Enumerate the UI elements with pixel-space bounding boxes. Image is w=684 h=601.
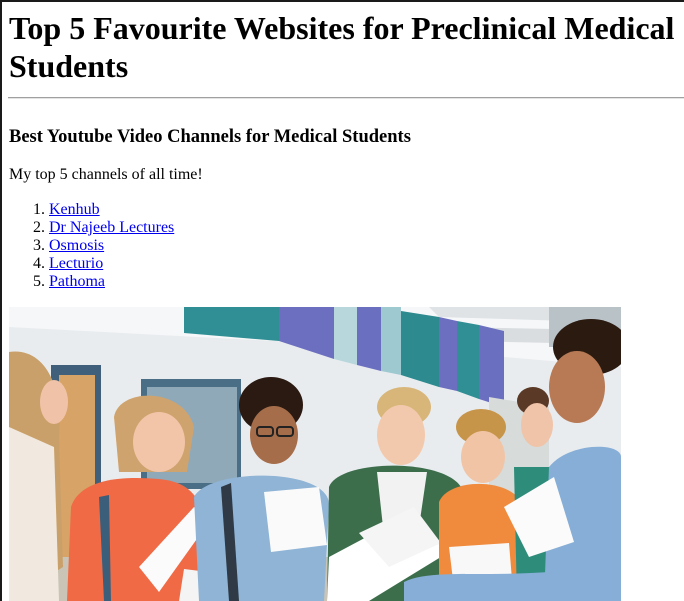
window-frame-left — [0, 0, 2, 601]
channel-link-osmosis[interactable]: Osmosis — [49, 237, 104, 254]
window-frame-top — [0, 0, 684, 2]
list-item: Pathoma — [49, 273, 174, 291]
channel-link-lecturio[interactable]: Lecturio — [49, 255, 103, 272]
channel-link-kenhub[interactable]: Kenhub — [49, 201, 100, 218]
channel-link-pathoma[interactable]: Pathoma — [49, 273, 105, 290]
intro-text: My top 5 channels of all time! — [9, 166, 203, 183]
channel-list: Kenhub Dr Najeeb Lectures Osmosis Lectur… — [9, 201, 174, 291]
channel-link-dr-najeeb-lectures[interactable]: Dr Najeeb Lectures — [49, 219, 174, 236]
students-photo — [9, 307, 621, 601]
list-item: Lecturio — [49, 255, 174, 273]
horizontal-rule — [8, 97, 684, 99]
page-title: Top 5 Favourite Websites for Preclinical… — [9, 10, 675, 84]
list-item: Kenhub — [49, 201, 174, 219]
list-item: Osmosis — [49, 237, 174, 255]
list-item: Dr Najeeb Lectures — [49, 219, 174, 237]
section-heading: Best Youtube Video Channels for Medical … — [9, 127, 411, 147]
